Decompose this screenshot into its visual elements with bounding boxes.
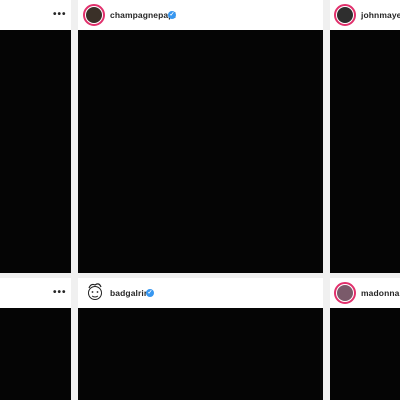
avatar[interactable] (334, 282, 356, 304)
post-header: ••• (0, 0, 71, 30)
verified-badge-icon: ✓ (168, 11, 176, 19)
post-header: badgalriri ✓ (78, 278, 323, 308)
feed-column-left: ••• ••• (0, 0, 71, 400)
post-header: madonna (330, 278, 400, 308)
post-media[interactable] (330, 308, 400, 400)
post-badgalriri: badgalriri ✓ (78, 278, 323, 400)
post-champagnepapi: champagnepapi ✓ (78, 0, 323, 275)
avatar[interactable] (83, 4, 105, 26)
avatar[interactable] (83, 280, 107, 304)
username[interactable]: champagnepapi (110, 10, 176, 20)
post-media[interactable] (0, 308, 71, 400)
avatar-image (86, 7, 102, 23)
cartoon-face-icon (88, 283, 102, 300)
post-media[interactable] (78, 30, 323, 273)
username[interactable]: madonna (361, 288, 399, 298)
post-left-bottom: ••• (0, 278, 71, 400)
post-left-top: ••• (0, 0, 71, 275)
username[interactable]: badgalriri (110, 288, 150, 298)
username[interactable]: johnmayer (361, 10, 400, 20)
post-header: champagnepapi ✓ (78, 0, 323, 30)
post-media[interactable] (0, 30, 71, 273)
post-header: ••• (0, 278, 71, 308)
feed-column-center: champagnepapi ✓ badgalriri ✓ (78, 0, 323, 400)
avatar-image (337, 285, 353, 301)
post-media[interactable] (78, 308, 323, 400)
post-media[interactable] (330, 30, 400, 273)
more-options-icon[interactable]: ••• (53, 288, 67, 298)
more-options-icon[interactable]: ••• (53, 10, 67, 20)
avatar-image (337, 7, 353, 23)
post-madonna: madonna (330, 278, 400, 400)
post-johnmayer: johnmayer (330, 0, 400, 275)
avatar[interactable] (334, 4, 356, 26)
post-header: johnmayer (330, 0, 400, 30)
feed-column-right: johnmayer madonna (330, 0, 400, 400)
verified-badge-icon: ✓ (146, 289, 154, 297)
